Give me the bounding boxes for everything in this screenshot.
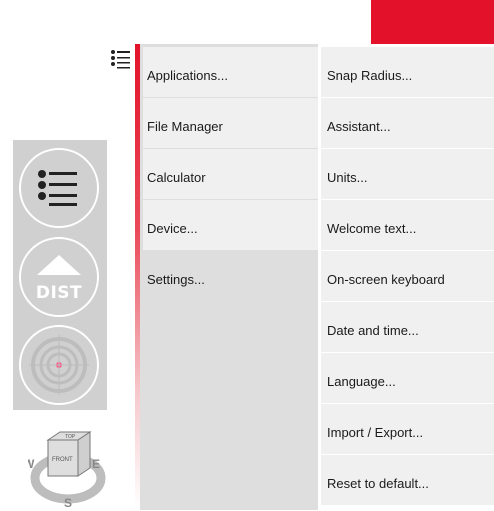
brand-red-block xyxy=(371,0,494,44)
target-icon xyxy=(29,335,89,395)
submenu-item-date-and-time[interactable]: Date and time... xyxy=(321,302,494,352)
menu-item-settings[interactable]: Settings... xyxy=(143,251,318,301)
submenu-item-welcome-text[interactable]: Welcome text... xyxy=(321,200,494,250)
compass-east-label: E xyxy=(92,457,100,471)
submenu-item-units[interactable]: Units... xyxy=(321,149,494,199)
menu-item-calculator[interactable]: Calculator xyxy=(143,149,318,199)
dist-label: DIST xyxy=(35,283,83,303)
cube-front-label: FRONT xyxy=(52,457,73,463)
submenu-item-snap-radius[interactable]: Snap Radius... xyxy=(321,47,494,97)
target-button[interactable] xyxy=(19,325,99,405)
submenu-item-language[interactable]: Language... xyxy=(321,353,494,403)
list-button[interactable] xyxy=(19,148,99,228)
list-icon xyxy=(38,170,77,206)
submenu-item-import-export[interactable]: Import / Export... xyxy=(321,404,494,454)
menu-item-device[interactable]: Device... xyxy=(143,200,318,250)
submenu-item-assistant[interactable]: Assistant... xyxy=(321,98,494,148)
menu-item-applications[interactable]: Applications... xyxy=(143,47,318,97)
compass-west-label: W xyxy=(28,457,35,471)
submenu-item-on-screen-keyboard[interactable]: On-screen keyboard xyxy=(321,251,494,301)
cube-top-label: TOP xyxy=(65,434,76,440)
menu-item-file-manager[interactable]: File Manager xyxy=(143,98,318,148)
list-menu-icon[interactable] xyxy=(110,49,132,71)
view-cube[interactable]: TOP FRONT W E S xyxy=(23,428,108,510)
dist-button[interactable]: DIST xyxy=(19,237,99,317)
submenu-item-reset-to-default[interactable]: Reset to default... xyxy=(321,455,494,505)
compass-south-label: S xyxy=(64,496,72,508)
